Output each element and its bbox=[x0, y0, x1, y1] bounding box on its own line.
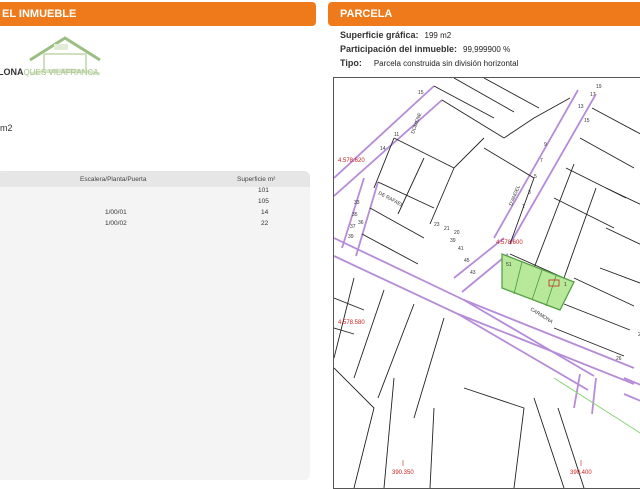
column-header-location: Escalera/Planta/Puerta bbox=[80, 176, 147, 183]
row-surface: 105 bbox=[258, 198, 269, 205]
superficie-label: Superficie gráfica: bbox=[340, 30, 419, 40]
house-number: 43 bbox=[470, 270, 476, 276]
participacion-row: Participación del inmueble: 99,999900 % bbox=[340, 44, 510, 54]
house-number: 39 bbox=[348, 234, 354, 240]
row-surface: 22 bbox=[261, 220, 269, 227]
house-number: 39 bbox=[450, 238, 456, 244]
row-surface: 14 bbox=[261, 209, 269, 216]
street-label: D'ANGEL bbox=[508, 184, 522, 206]
superficie-value: 199 m2 bbox=[424, 31, 452, 40]
coordinate-label: 4.578.580 bbox=[338, 320, 365, 326]
participacion-value: 99,999900 % bbox=[463, 45, 511, 54]
row-surface: 101 bbox=[258, 187, 269, 194]
green-boundary-line bbox=[553, 377, 640, 434]
row-location: 1/00/01 bbox=[105, 209, 127, 216]
street-label: CARMONA bbox=[529, 307, 554, 326]
tipo-row: Tipo: Parcela construida sin división hor… bbox=[340, 58, 518, 68]
house-number: 23 bbox=[434, 222, 440, 228]
house-number: 14 bbox=[380, 146, 386, 152]
superficie-row: Superficie gráfica: 199 m2 bbox=[340, 30, 451, 40]
cadastral-map-drawing: 4.578.620 4.578.600 4.578.580 390.350 39… bbox=[334, 78, 640, 488]
house-number: 51 bbox=[506, 262, 512, 268]
coordinate-label: 4.578.600 bbox=[496, 240, 523, 246]
surface-unit: m2 bbox=[0, 123, 13, 133]
house-number: 19 bbox=[596, 84, 602, 90]
street-outlines bbox=[334, 85, 640, 415]
house-number: 15 bbox=[584, 118, 590, 124]
house-number: 41 bbox=[458, 246, 464, 252]
house-number: 1 bbox=[522, 204, 525, 210]
house-number: 13 bbox=[578, 104, 584, 110]
cadastral-map[interactable]: 4.578.620 4.578.600 4.578.580 390.350 39… bbox=[333, 77, 640, 489]
participacion-label: Participación del inmueble: bbox=[340, 44, 458, 54]
row-location: 1/00/02 bbox=[105, 220, 127, 227]
house-number: 15 bbox=[418, 90, 424, 96]
tipo-value: Parcela construida sin división horizont… bbox=[373, 59, 519, 68]
house-number: 3 bbox=[528, 190, 531, 196]
house-number: 17 bbox=[590, 92, 596, 98]
house-number: 33 bbox=[354, 200, 360, 206]
parcel-lines bbox=[334, 78, 640, 488]
house-number: 26 bbox=[616, 356, 622, 362]
coordinate-label: 390.350 bbox=[392, 470, 414, 476]
construction-table: Escalera/Planta/Puerta Superficie m² 101… bbox=[0, 171, 310, 480]
house-number: 20 bbox=[454, 230, 460, 236]
coordinate-ticks bbox=[402, 460, 582, 466]
parcela-panel-header: PARCELA bbox=[328, 2, 640, 26]
company-logo-text: LONAQUES VILAFRANCA bbox=[0, 67, 99, 77]
house-number: 45 bbox=[464, 258, 470, 264]
coordinate-label: 390.400 bbox=[570, 470, 592, 476]
house-number: 37 bbox=[350, 224, 356, 230]
house-number: 1 bbox=[564, 282, 567, 288]
inmueble-panel-header: EL INMUEBLE bbox=[0, 2, 316, 26]
logo-text-sub: QUES VILAFRANCA bbox=[23, 68, 99, 77]
house-number: 35 bbox=[352, 212, 358, 218]
coordinate-label: 4.578.620 bbox=[338, 158, 365, 164]
tipo-label: Tipo: bbox=[340, 58, 362, 68]
street-label: DOMENE bbox=[410, 111, 423, 134]
house-number: 7 bbox=[540, 158, 543, 164]
street-label: DE RAFAEL bbox=[377, 190, 404, 208]
house-number: 5 bbox=[534, 174, 537, 180]
logo-text-main: LONA bbox=[0, 67, 24, 77]
house-number: 11 bbox=[394, 132, 399, 138]
inmueble-panel-title: EL INMUEBLE bbox=[2, 8, 77, 20]
house-number: 21 bbox=[444, 226, 450, 232]
column-header-surface: Superficie m² bbox=[237, 176, 276, 183]
house-number: 9 bbox=[544, 142, 547, 148]
table-header-row: Escalera/Planta/Puerta Superficie m² bbox=[0, 171, 310, 187]
house-number: 36 bbox=[358, 220, 364, 226]
parcela-panel-title: PARCELA bbox=[340, 8, 393, 20]
